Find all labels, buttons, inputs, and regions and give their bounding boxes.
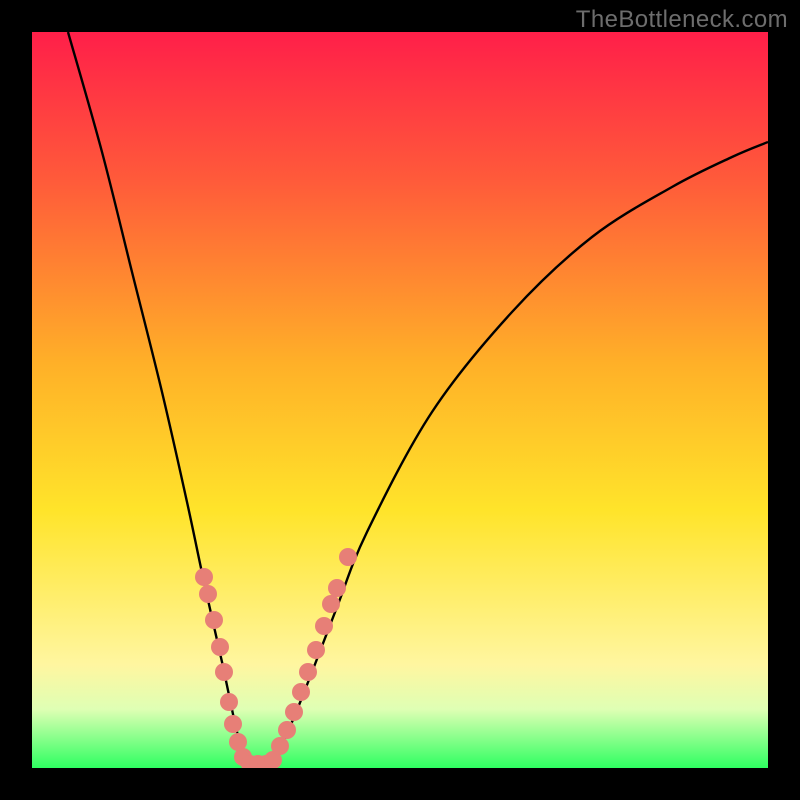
data-marker (211, 638, 229, 656)
chart-frame: TheBottleneck.com (0, 0, 800, 800)
data-marker (215, 663, 233, 681)
data-marker (328, 579, 346, 597)
data-marker (220, 693, 238, 711)
data-marker (292, 683, 310, 701)
data-marker (199, 585, 217, 603)
data-marker (339, 548, 357, 566)
data-marker (307, 641, 325, 659)
plot-area (32, 32, 768, 768)
data-marker (322, 595, 340, 613)
data-marker (278, 721, 296, 739)
data-marker (205, 611, 223, 629)
marker-layer (195, 548, 357, 768)
curve-layer (68, 32, 768, 764)
data-marker (224, 715, 242, 733)
data-marker (315, 617, 333, 635)
watermark-text: TheBottleneck.com (576, 6, 788, 34)
chart-svg (32, 32, 768, 768)
curve-right-branch (272, 142, 768, 764)
data-marker (285, 703, 303, 721)
data-marker (271, 737, 289, 755)
data-marker (299, 663, 317, 681)
data-marker (195, 568, 213, 586)
